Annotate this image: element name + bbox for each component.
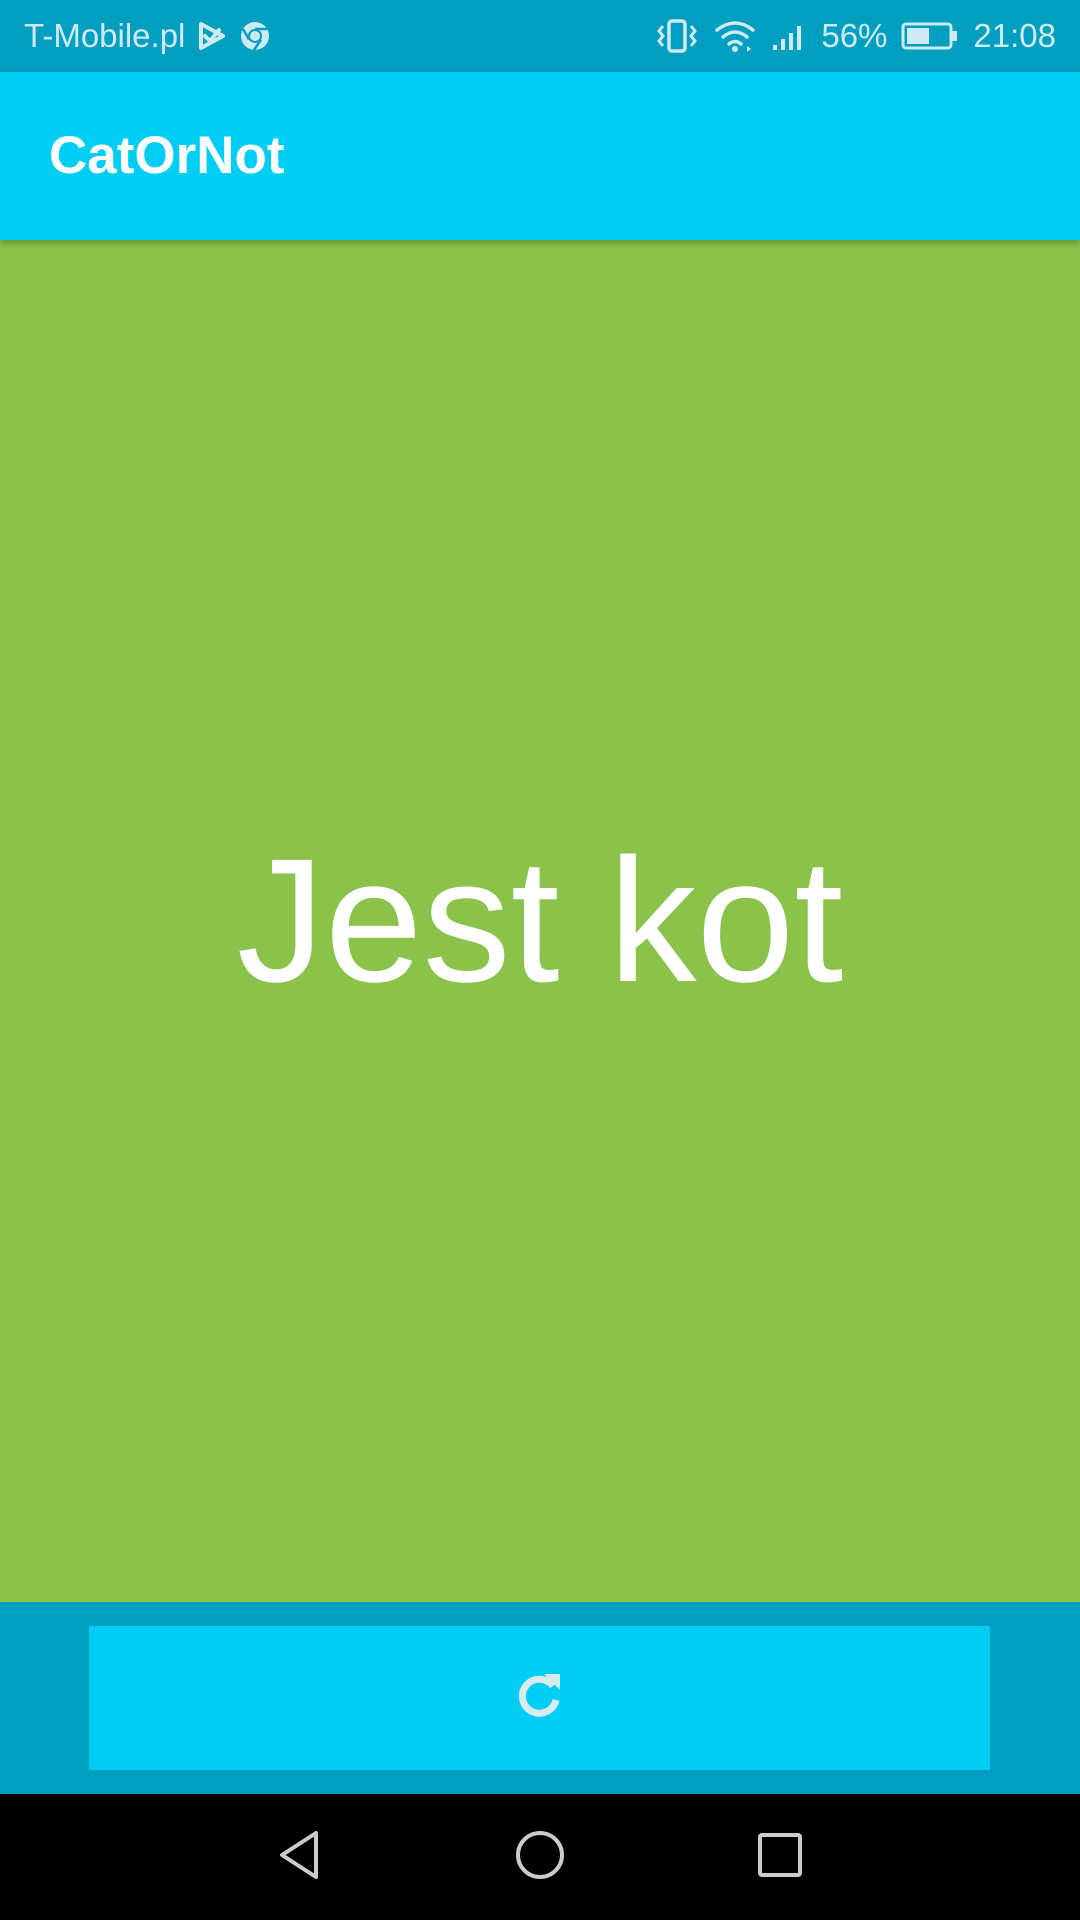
status-bar-right: 56% 21:08 xyxy=(655,0,1056,72)
result-panel: Jest kot xyxy=(0,240,1080,1602)
bottom-bar xyxy=(0,1602,1080,1794)
play-check-icon xyxy=(197,21,227,51)
vibrate-icon xyxy=(655,18,699,54)
result-label: Jest kot xyxy=(236,823,844,1019)
status-bar: T-Mobile.pl 56% 21:08 xyxy=(0,0,1080,72)
home-icon xyxy=(512,1827,568,1888)
app-title: CatOrNot xyxy=(49,126,285,185)
app-screen: T-Mobile.pl 56% 21:08 CatOrNot Jest kot xyxy=(0,0,1080,1920)
battery-percent: 56% xyxy=(821,17,888,54)
app-bar: CatOrNot xyxy=(0,72,1080,240)
chrome-icon xyxy=(239,20,271,52)
refresh-button[interactable] xyxy=(89,1626,990,1770)
carrier-name: T-Mobile.pl xyxy=(24,17,186,54)
back-icon xyxy=(272,1827,328,1888)
signal-icon xyxy=(771,21,807,51)
recents-button[interactable] xyxy=(740,1817,820,1897)
recents-icon xyxy=(752,1827,808,1888)
navigation-bar xyxy=(0,1794,1080,1920)
back-button[interactable] xyxy=(260,1817,340,1897)
wifi-icon xyxy=(713,18,757,54)
battery-icon xyxy=(901,21,959,51)
status-time: 21:08 xyxy=(973,17,1056,54)
status-bar-left: T-Mobile.pl xyxy=(24,0,271,72)
home-button[interactable] xyxy=(500,1817,580,1897)
refresh-icon xyxy=(512,1668,568,1729)
